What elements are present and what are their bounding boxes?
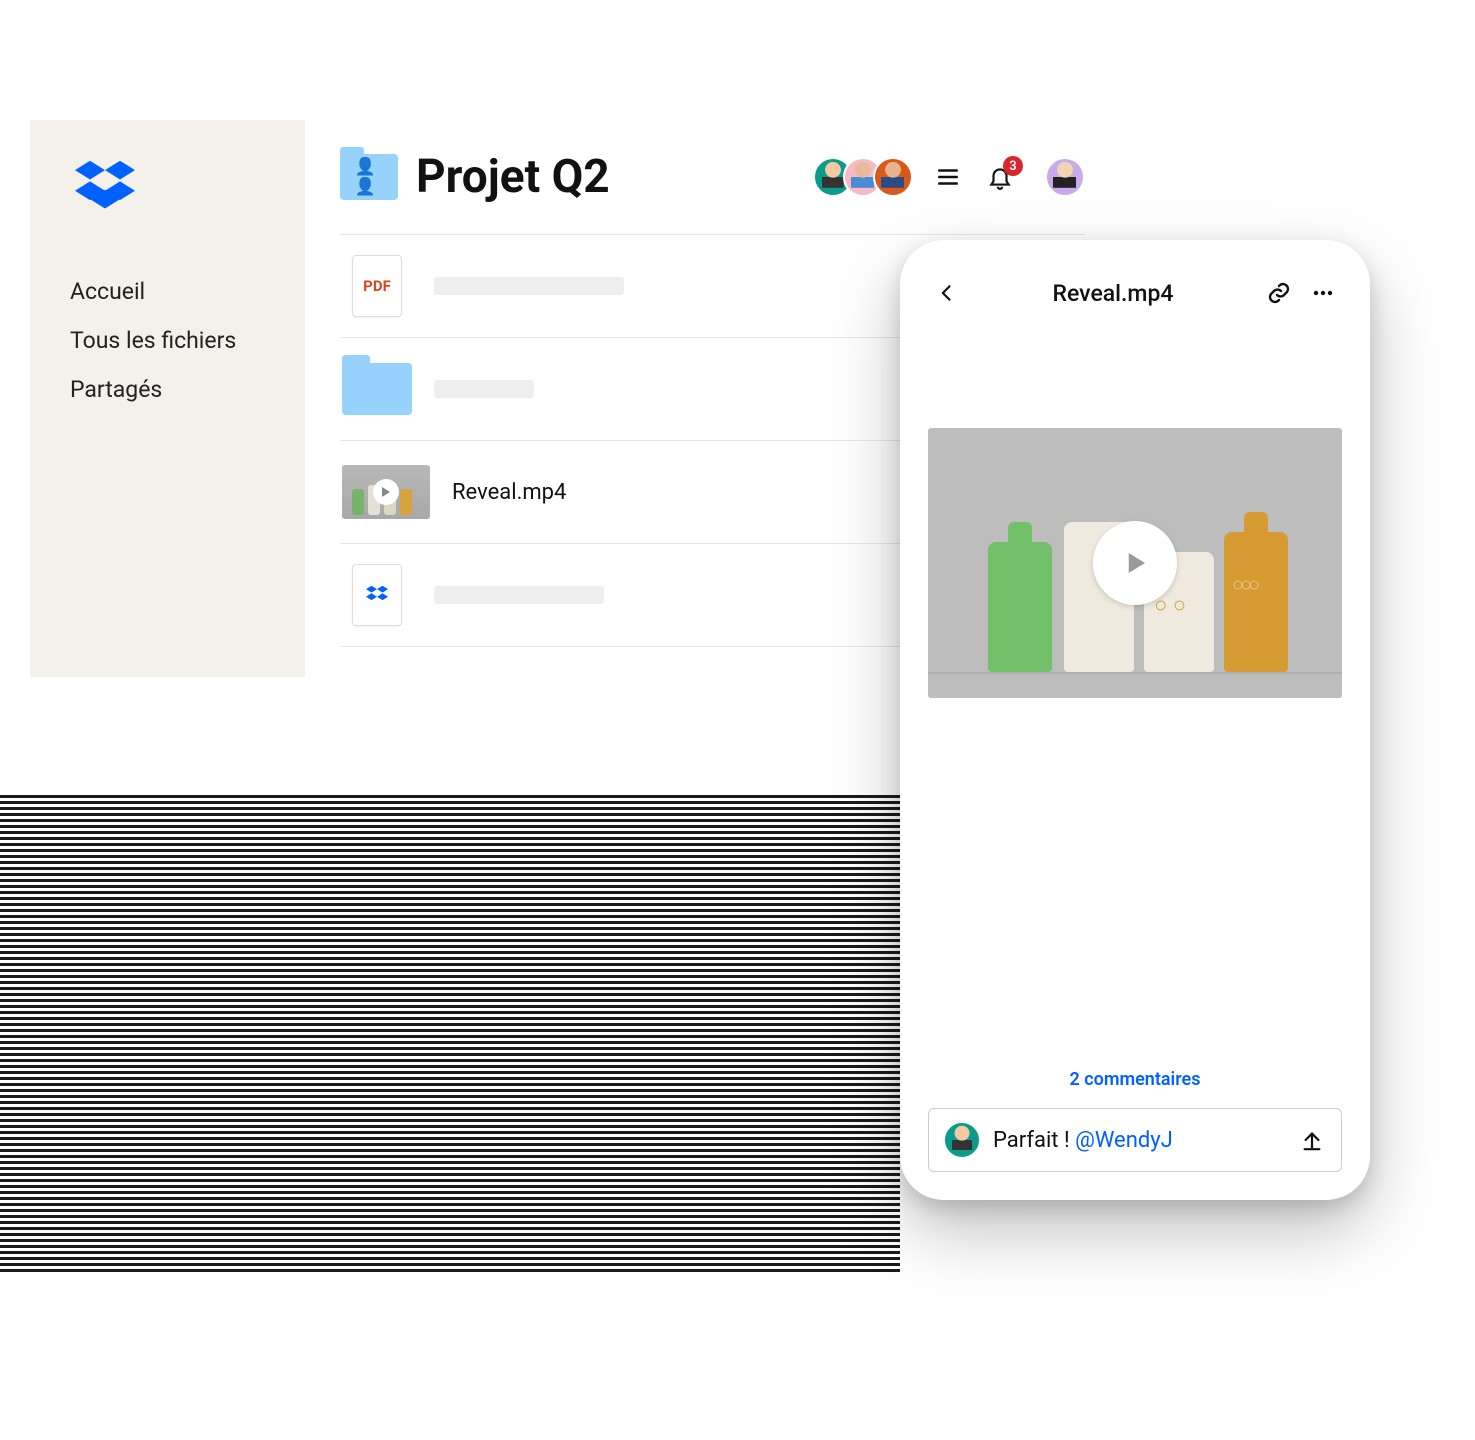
sidebar: Accueil Tous les fichiers Partagés bbox=[30, 120, 305, 677]
phone-preview: Reveal.mp4 2 commentaires Parfait ! bbox=[900, 240, 1370, 1200]
sidebar-item-all-files[interactable]: Tous les fichiers bbox=[70, 316, 265, 365]
menu-icon[interactable] bbox=[931, 160, 965, 194]
video-thumbnail bbox=[340, 463, 432, 521]
file-name-placeholder bbox=[434, 277, 624, 295]
notification-badge: 3 bbox=[1003, 156, 1023, 176]
current-user-avatar[interactable] bbox=[1045, 157, 1085, 197]
send-comment-button[interactable] bbox=[1297, 1125, 1327, 1155]
shared-folder-icon: 👤👤 bbox=[340, 154, 398, 200]
more-button[interactable] bbox=[1308, 278, 1338, 308]
comment-body: Parfait ! bbox=[993, 1128, 1070, 1153]
back-button[interactable] bbox=[932, 278, 962, 308]
play-button[interactable] bbox=[1093, 521, 1177, 605]
avatar[interactable] bbox=[873, 157, 913, 197]
comment-author-avatar bbox=[943, 1121, 981, 1159]
comment-mention[interactable]: @WendyJ bbox=[1075, 1128, 1173, 1153]
sidebar-item-home[interactable]: Accueil bbox=[70, 267, 265, 316]
file-name-placeholder bbox=[434, 586, 604, 604]
pdf-icon: PDF bbox=[340, 257, 414, 315]
comment-input[interactable]: Parfait ! @WendyJ bbox=[928, 1108, 1342, 1172]
phone-header: Reveal.mp4 bbox=[928, 270, 1342, 328]
folder-icon bbox=[340, 360, 414, 418]
play-icon bbox=[373, 479, 399, 505]
folder-header: 👤👤 Projet Q2 3 bbox=[340, 150, 1085, 235]
file-name: Reveal.mp4 bbox=[452, 480, 936, 505]
sidebar-item-shared[interactable]: Partagés bbox=[70, 365, 265, 414]
dropbox-file-icon bbox=[340, 566, 414, 624]
decorative-stripes bbox=[0, 795, 900, 1275]
collaborator-avatars[interactable] bbox=[813, 157, 913, 197]
copy-link-button[interactable] bbox=[1264, 278, 1294, 308]
file-name-placeholder bbox=[434, 380, 534, 398]
comment-text[interactable]: Parfait ! @WendyJ bbox=[993, 1128, 1285, 1153]
notifications-button[interactable]: 3 bbox=[983, 160, 1017, 194]
phone-title: Reveal.mp4 bbox=[976, 280, 1250, 307]
video-preview[interactable] bbox=[928, 428, 1342, 698]
folder-title: Projet Q2 bbox=[416, 150, 795, 204]
dropbox-logo-icon[interactable] bbox=[75, 160, 135, 212]
comments-link[interactable]: 2 commentaires bbox=[928, 1051, 1342, 1108]
